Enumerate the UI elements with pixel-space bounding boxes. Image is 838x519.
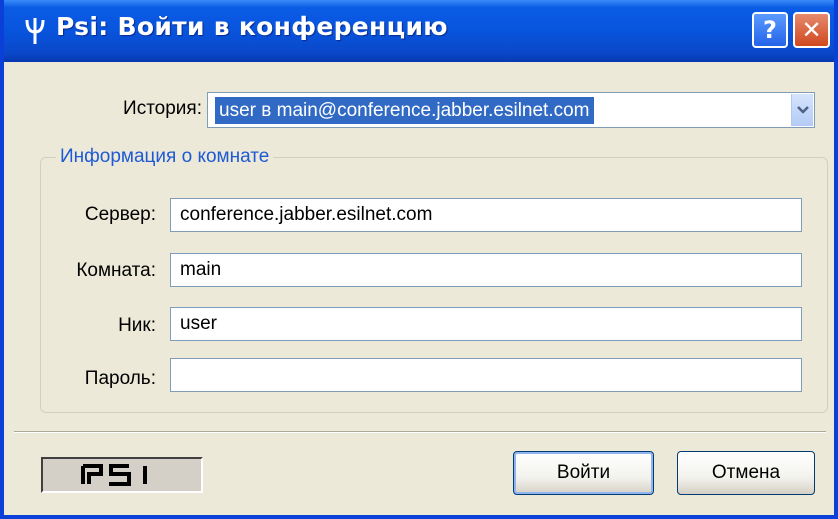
title-bar[interactable]: Psi: Войти в конференцию ? ✕ bbox=[4, 0, 834, 62]
help-button[interactable]: ? bbox=[752, 12, 788, 48]
history-combobox[interactable]: user в main@conference.jabber.esilnet.co… bbox=[207, 92, 815, 128]
room-info-title: Информация о комнате bbox=[56, 146, 274, 168]
join-conference-dialog: Psi: Войти в конференцию ? ✕ История: us… bbox=[0, 0, 838, 519]
history-label: История: bbox=[123, 98, 202, 119]
login-button-label: Войти bbox=[556, 462, 611, 483]
server-label: Сервер: bbox=[84, 204, 156, 225]
psi-logo bbox=[41, 457, 203, 493]
dropdown-arrow-button[interactable] bbox=[791, 94, 813, 126]
cancel-button[interactable]: Отмена bbox=[677, 451, 815, 495]
history-selected-value: user в main@conference.jabber.esilnet.co… bbox=[215, 97, 594, 124]
room-label: Комната: bbox=[76, 260, 156, 281]
psi-app-icon bbox=[25, 18, 45, 44]
room-field[interactable]: main bbox=[170, 253, 802, 287]
nick-label: Ник: bbox=[118, 315, 156, 336]
nick-field[interactable]: user bbox=[170, 307, 802, 341]
password-label: Пароль: bbox=[84, 368, 156, 389]
dialog-content: История: user в main@conference.jabber.e… bbox=[4, 62, 834, 515]
password-field[interactable] bbox=[170, 358, 802, 392]
close-button[interactable]: ✕ bbox=[793, 12, 830, 48]
psi-logo-graphic bbox=[81, 464, 147, 486]
chevron-down-icon bbox=[797, 106, 809, 114]
window-title: Psi: Войти в конференцию bbox=[56, 12, 448, 41]
cancel-button-label: Отмена bbox=[711, 462, 781, 483]
login-button[interactable]: Войти bbox=[513, 451, 654, 495]
server-field[interactable]: conference.jabber.esilnet.com bbox=[170, 198, 802, 232]
footer-separator bbox=[14, 431, 826, 433]
